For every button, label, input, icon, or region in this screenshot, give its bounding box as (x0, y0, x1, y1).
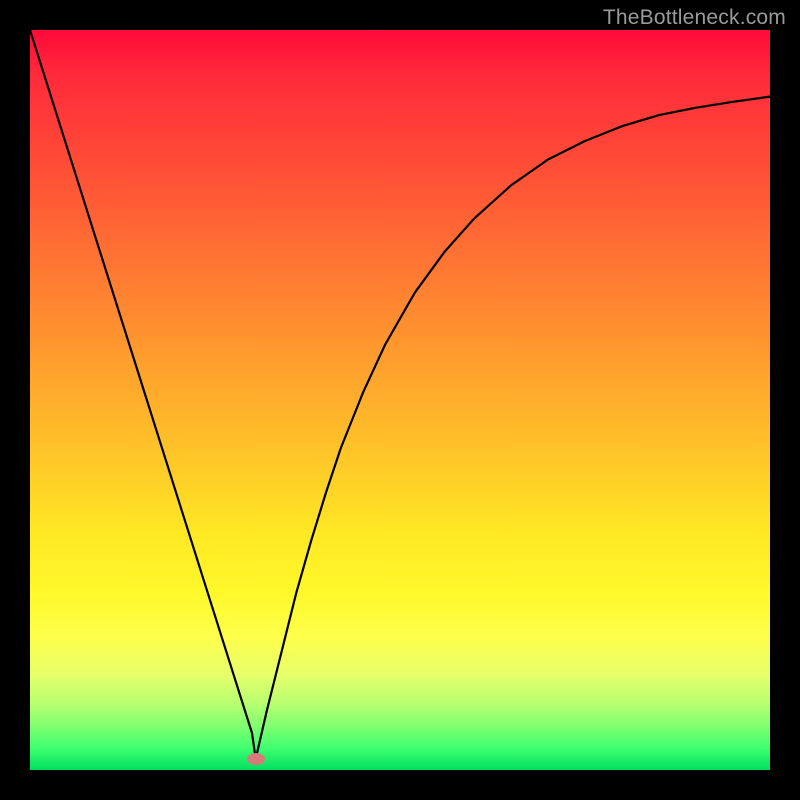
chart-frame: TheBottleneck.com (0, 0, 800, 800)
bottleneck-curve (30, 30, 770, 770)
plot-area (30, 30, 770, 770)
optimum-marker (247, 753, 265, 765)
watermark-text: TheBottleneck.com (603, 6, 786, 30)
